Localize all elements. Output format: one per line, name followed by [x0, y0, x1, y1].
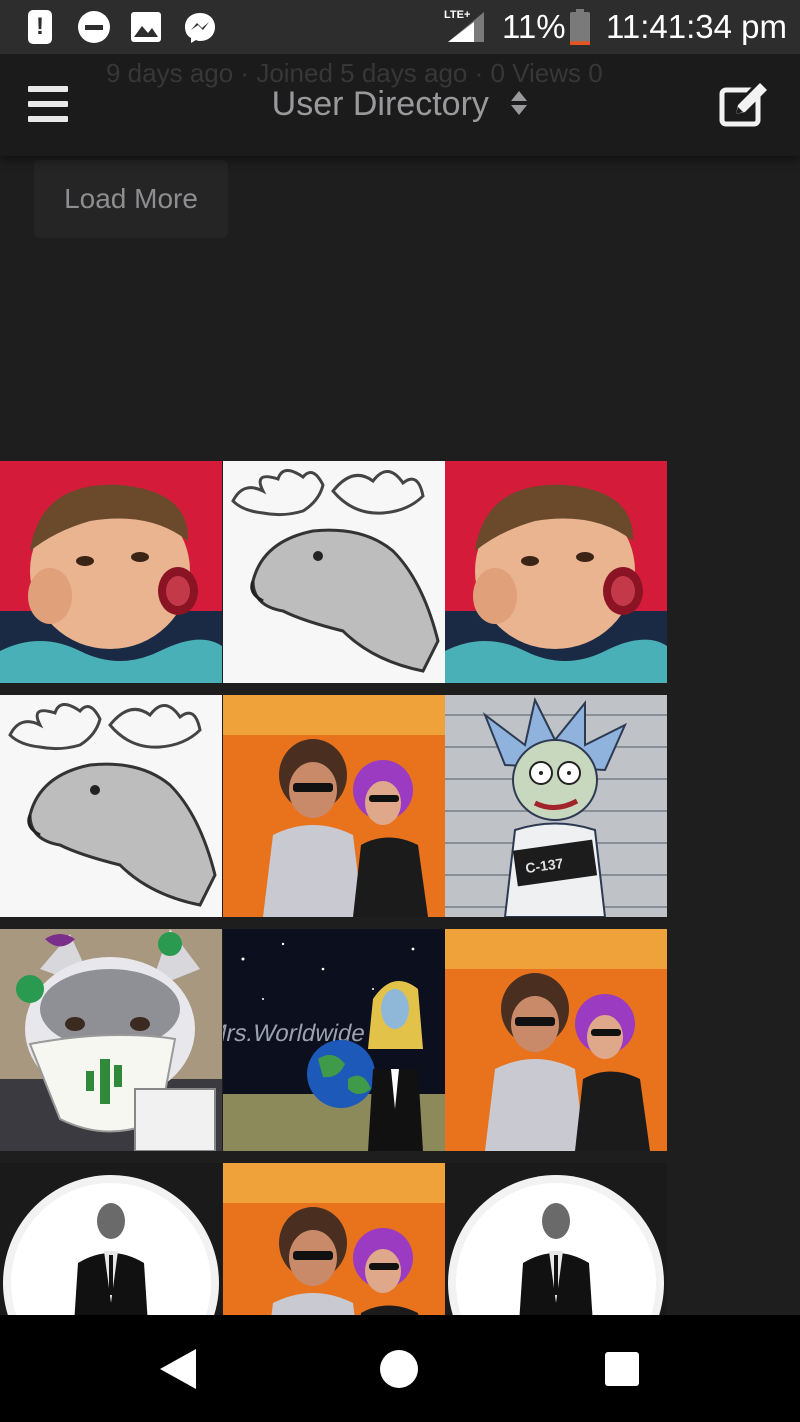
avatar-tile-bond-silhouette[interactable] [445, 1163, 667, 1315]
compose-icon[interactable] [718, 78, 774, 130]
battery-icon [570, 9, 590, 45]
avatar-grid: C-137 Mrs.Worldwide [0, 461, 668, 1315]
avatar-tile-mrs-worldwide[interactable]: Mrs.Worldwide [223, 929, 445, 1151]
avatar-tile-husky-mask[interactable] [0, 929, 222, 1151]
avatar-tile-bond-silhouette[interactable] [0, 1163, 222, 1315]
avatar-tile-moose-sketch[interactable] [0, 695, 222, 917]
avatar-tile-crying-boy[interactable] [445, 461, 667, 683]
status-bar: ! LTE+ 11% 11:41:34 pm [0, 0, 800, 54]
clock: 11:41:34 pm [606, 8, 788, 45]
messenger-icon [183, 11, 217, 45]
home-icon[interactable] [380, 1350, 418, 1388]
sort-caret-icon [511, 91, 528, 116]
avatar-tile-retro-couple[interactable] [223, 695, 445, 917]
avatar-tile-retro-couple[interactable] [223, 1163, 445, 1315]
do-not-disturb-icon [78, 11, 110, 43]
load-more-button[interactable]: Load More [34, 160, 228, 238]
page-title: User Directory [271, 85, 489, 123]
avatar-tile-crying-boy[interactable] [0, 461, 222, 683]
system-nav-bar [0, 1315, 800, 1422]
avatar-tile-rick-mugshot[interactable]: C-137 [445, 695, 667, 917]
hamburger-menu-icon[interactable] [26, 82, 70, 126]
avatar-tile-moose-sketch[interactable] [223, 461, 445, 683]
directory-selector[interactable]: User Directory [200, 82, 600, 126]
avatar-tile-retro-couple[interactable] [445, 929, 667, 1151]
signal-icon: LTE+ [444, 9, 484, 42]
battery-percent: 11% [502, 8, 566, 45]
app-screen: ! LTE+ 11% 11:41:34 pm 9 days ago · Join… [0, 0, 800, 1422]
recents-icon[interactable] [605, 1352, 639, 1386]
gallery-icon [130, 11, 162, 43]
back-icon[interactable] [158, 1347, 198, 1391]
app-header: 9 days ago · Joined 5 days ago · 0 Views… [0, 54, 800, 156]
alert-icon: ! [28, 10, 52, 44]
network-type-label: LTE+ [444, 9, 470, 21]
